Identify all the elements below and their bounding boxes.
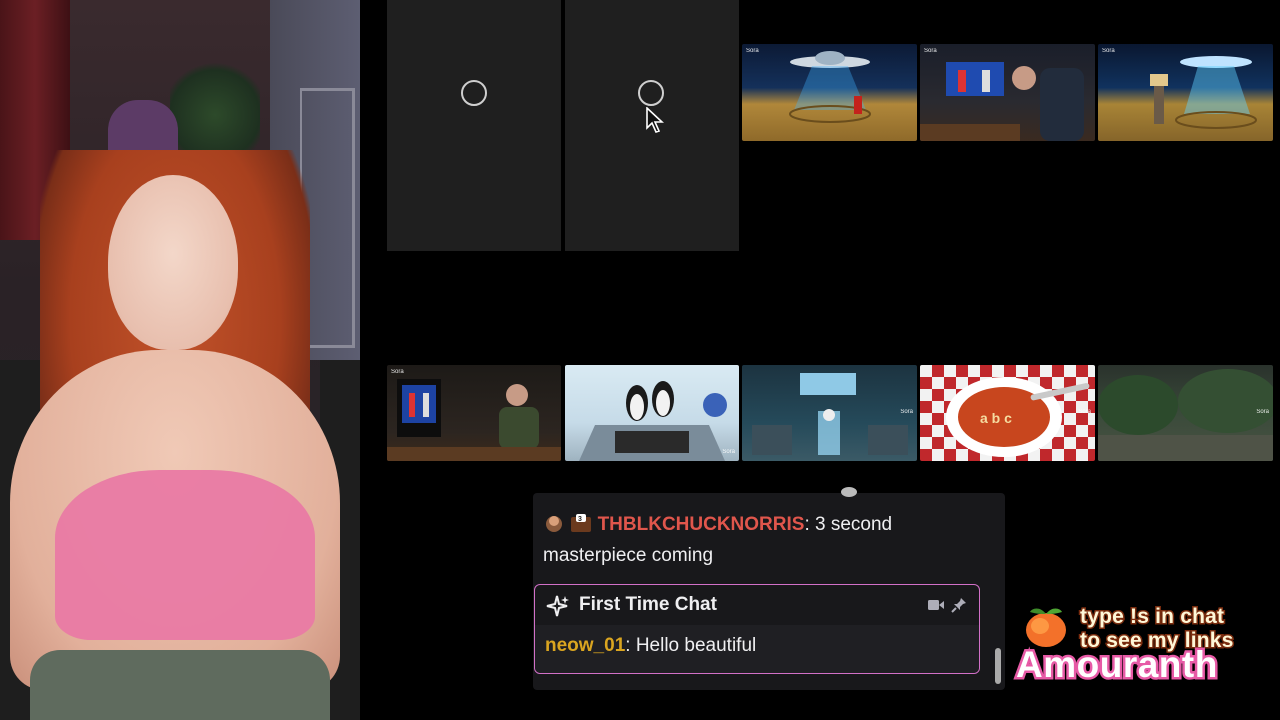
streamer-pants (30, 650, 330, 720)
spinner-icon (638, 80, 664, 106)
stream-overlay: type !s in chat to see my links Amourant… (1014, 602, 1274, 692)
spinner-icon (461, 80, 487, 106)
tv-scene (387, 379, 561, 461)
chat-username[interactable]: THBLKCHUCKNORRIS (598, 514, 805, 535)
stream-frame: Sora Sora Sora Sora Sora Sora a b c Sora… (0, 0, 1280, 720)
chat-username[interactable]: neow_01 (545, 635, 625, 656)
camera-icon[interactable] (928, 599, 944, 611)
emote-icon (546, 516, 562, 532)
chat-panel: 3 THBLKCHUCKNORRIS: 3 second masterpiece… (533, 487, 1005, 690)
sub-badge-icon: 3 (571, 514, 592, 532)
video-thumbnail[interactable]: Sora (387, 365, 561, 461)
video-thumbnail[interactable]: Sora (742, 365, 917, 461)
chat-scrollbar[interactable] (995, 648, 1001, 684)
cursor-icon (646, 107, 664, 133)
video-tile-loading[interactable] (387, 0, 561, 251)
webcam-feed (0, 0, 360, 720)
video-thumbnail[interactable]: Sora (920, 44, 1095, 141)
pin-icon[interactable] (951, 597, 967, 613)
sora-badge: Sora (1102, 48, 1115, 54)
sora-badge: Sora (722, 449, 735, 455)
ufo-scene (789, 51, 871, 123)
first-time-chat-header: First Time Chat (535, 585, 979, 625)
video-thumbnail[interactable]: Sora (742, 44, 917, 141)
sora-badge: Sora (924, 48, 937, 54)
chat-message: 3 THBLKCHUCKNORRIS: 3 second masterpiece… (543, 509, 993, 571)
first-time-chat-title: First Time Chat (579, 594, 717, 615)
svg-text:3: 3 (578, 516, 582, 523)
penguin-scene (579, 381, 727, 461)
tv-scene (920, 62, 1084, 141)
chat-top-indicator (841, 487, 857, 497)
overlay-line1: type !s in chat (1078, 604, 1225, 630)
peach-icon (1026, 608, 1066, 647)
sora-badge: Sora (1078, 409, 1091, 415)
video-thumbnail[interactable]: a b c Sora (920, 365, 1095, 461)
first-time-chat-body: neow_01: Hello beautiful (535, 625, 979, 673)
ufo-scene (1150, 56, 1257, 129)
first-time-chat-card: First Time Chat neow_01: Hello beautiful (534, 584, 980, 674)
svg-text:a b c: a b c (980, 410, 1012, 426)
video-thumbnail[interactable]: Sora (1098, 44, 1273, 141)
streamer-brand-name: Amouranth (1014, 642, 1220, 688)
first-time-chat-message: neow_01: Hello beautiful (545, 635, 756, 657)
soup-scene: a b c (946, 377, 1090, 457)
sparkle-icon (546, 595, 569, 617)
sora-badge: Sora (746, 48, 759, 54)
lab-scene (752, 373, 908, 455)
video-thumbnail[interactable]: Sora (1098, 365, 1273, 461)
sora-badge: Sora (900, 409, 913, 415)
forest-scene (1098, 369, 1273, 461)
chat-text: : Hello beautiful (625, 635, 757, 656)
streamer-face (108, 175, 238, 350)
sora-badge: Sora (391, 369, 404, 375)
video-thumbnail[interactable]: Sora (565, 365, 739, 461)
sora-badge: Sora (1256, 409, 1269, 415)
streamer-top (55, 470, 315, 640)
